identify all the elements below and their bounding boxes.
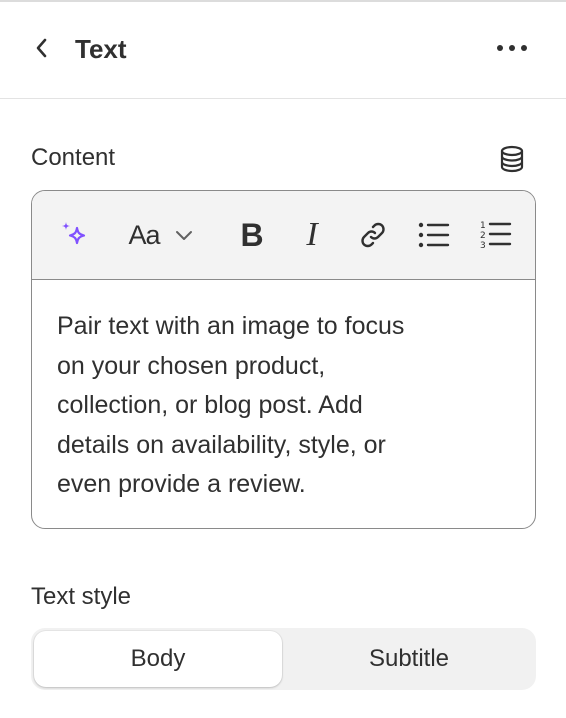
bold-button[interactable]: B: [232, 213, 272, 257]
chevron-left-icon: [36, 38, 47, 58]
italic-button[interactable]: I: [292, 213, 332, 257]
text-style-option-subtitle[interactable]: Subtitle: [285, 631, 533, 687]
ai-sparkle-button[interactable]: [50, 213, 98, 257]
more-actions-button[interactable]: [492, 32, 532, 64]
editor-text-content[interactable]: Pair text with an image to focus on your…: [57, 307, 502, 505]
rich-text-editor[interactable]: Aa B I 1 2 3 Pair text with an image to …: [31, 190, 536, 529]
bullet-list-button[interactable]: [412, 213, 456, 257]
font-style-dropdown[interactable]: Aa: [120, 213, 204, 257]
numbered-list-icon: 1 2 3: [480, 221, 512, 251]
italic-icon: I: [306, 216, 318, 253]
database-icon: [500, 145, 524, 173]
page-title: Text: [75, 34, 127, 64]
bullet-list-icon: [418, 222, 450, 248]
numbered-list-button[interactable]: 1 2 3: [474, 213, 518, 257]
dynamic-source-button[interactable]: [496, 143, 528, 175]
svg-text:3: 3: [480, 241, 486, 251]
editor-toolbar: Aa B I 1 2 3: [32, 191, 535, 280]
text-style-option-body[interactable]: Body: [34, 631, 282, 687]
link-button[interactable]: [352, 213, 394, 257]
bold-icon: B: [240, 216, 264, 253]
font-style-label: Aa: [128, 219, 160, 250]
content-label: Content: [31, 144, 116, 171]
svg-text:1: 1: [480, 221, 486, 231]
text-style-segmented-control: Body Subtitle: [31, 628, 536, 690]
ellipsis-horizontal-icon: [497, 45, 527, 51]
back-button[interactable]: [26, 32, 58, 64]
text-style-label: Text style: [31, 583, 132, 610]
panel-header: Text: [0, 0, 566, 99]
chevron-down-icon: [175, 231, 192, 240]
sparkle-icon: [62, 222, 86, 245]
link-icon: [361, 222, 385, 248]
svg-text:2: 2: [480, 231, 486, 241]
